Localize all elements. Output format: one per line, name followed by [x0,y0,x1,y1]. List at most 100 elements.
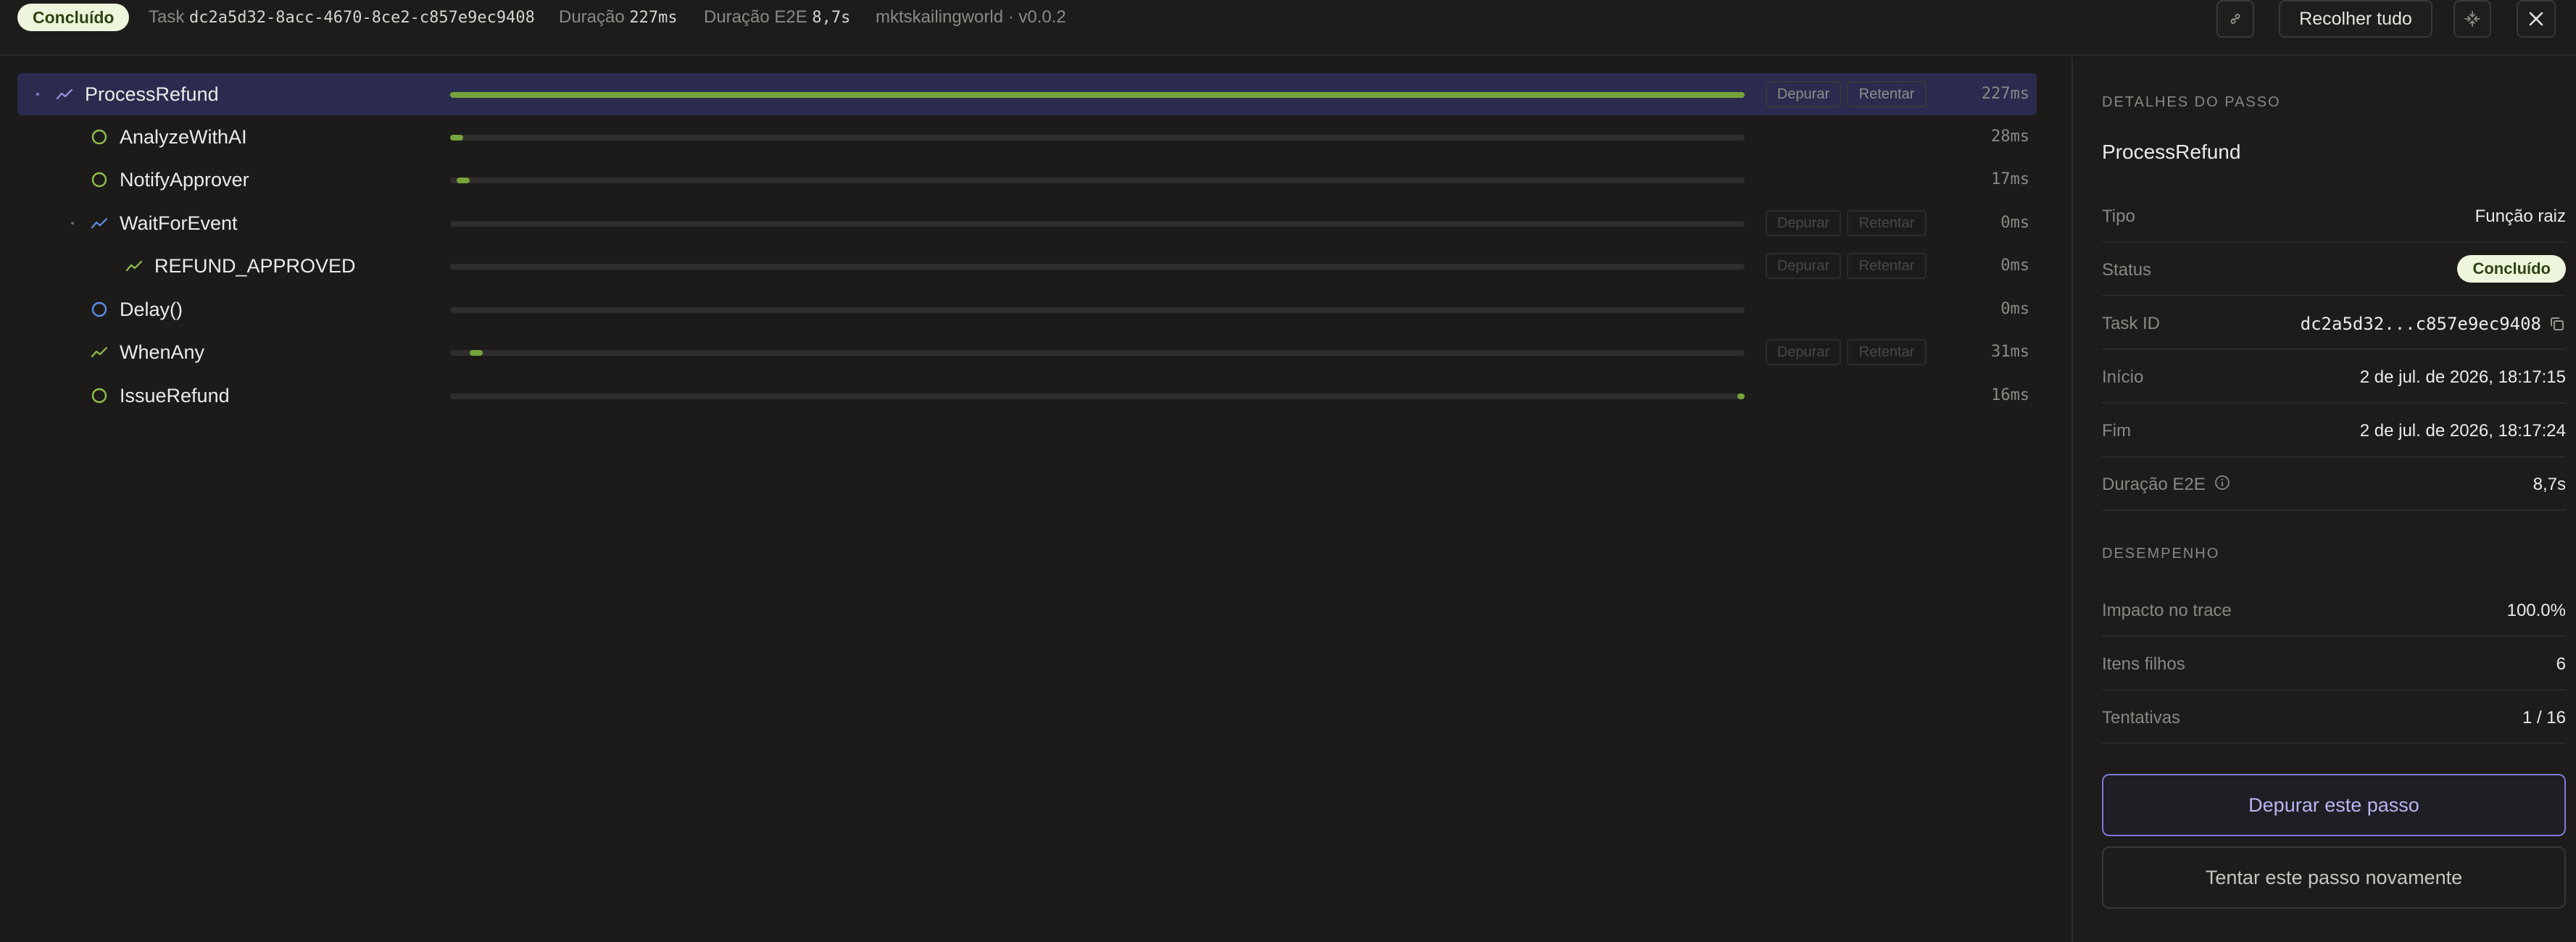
top-bar: Concluído Task dc2a5d32-8acc-4670-8ce2-c… [0,0,2576,56]
trend-icon [56,86,73,103]
collapse-all-button[interactable]: Recolher tudo [2279,0,2432,38]
debug-button[interactable]: Depurar [1766,81,1841,107]
trend-icon [125,257,143,275]
tree-row-processrefund[interactable]: ProcessRefund Depurar Retentar 227ms [17,73,2037,115]
row-duration: 17ms [1991,170,2029,188]
perf-value: 1 / 16 [2522,708,2566,728]
perf-row-children: Itens filhos 6 [2102,637,2566,691]
circle-icon [91,387,108,404]
trend-icon [91,214,108,232]
row-duration: 0ms [2000,300,2029,318]
row-label: WhenAny [120,341,205,363]
task-label: Task [149,7,185,27]
close-button[interactable] [2517,0,2556,38]
app-version: mktskailingworld · v0.0.2 [876,7,1066,27]
copy-link-button[interactable] [2216,0,2254,38]
detail-label: Início [2102,367,2144,387]
link-icon [2228,12,2243,26]
timeline-track [450,135,1745,141]
detail-value: Função raiz [2475,207,2566,226]
circle-icon [91,301,108,318]
row-duration: 28ms [1991,128,2029,146]
row-duration: 16ms [1991,386,2029,404]
detail-label: Task ID [2102,314,2161,333]
e2e-label: Duração E2E [704,7,807,27]
detail-row-start: Início 2 de jul. de 2026, 18:17:15 [2102,350,2566,404]
expand-toggle-button[interactable] [2454,0,2491,38]
perf-row-impact: Impacto no trace 100.0% [2102,583,2566,637]
row-label: WaitForEvent [120,212,238,234]
retry-button[interactable]: Retentar [1847,253,1927,279]
row-duration: 0ms [2000,257,2029,275]
status-badge: Concluído [17,4,130,31]
copy-icon[interactable] [2548,315,2566,336]
timeline-track [450,92,1745,98]
detail-row-type: Tipo Função raiz [2102,189,2566,243]
detail-label: Status [2102,260,2152,280]
retry-button[interactable]: Retentar [1847,210,1927,236]
tree-row-notifyapprover[interactable]: NotifyApprover 17ms [17,159,2037,201]
tree-row-delay[interactable]: Delay() 0ms [17,288,2037,330]
detail-row-task-id: Task ID dc2a5d32...c857e9ec9408 [2102,296,2566,350]
circle-icon [91,171,108,188]
collapse-caret[interactable] [36,93,39,96]
expand-icon [2463,9,2482,28]
row-duration: 227ms [1981,85,2029,103]
perf-label: Tentativas [2102,708,2181,728]
task-meta: Task dc2a5d32-8acc-4670-8ce2-c857e9ec940… [149,7,535,28]
e2e-value: 8,7s [812,9,851,27]
status-badge: Concluído [2457,255,2566,283]
tree-row-issuerefund[interactable]: IssueRefund 16ms [17,375,2037,417]
duration-meta: Duração 227ms [559,7,678,28]
timeline-track [450,393,1745,399]
detail-row-e2e: Duração E2E 8,7s [2102,457,2566,511]
performance-section-title: DESEMPENHO [2102,546,2220,562]
timeline-bar [450,92,1745,98]
detail-label: Fim [2102,421,2131,441]
circle-icon [91,128,108,146]
details-section-title: DETALHES DO PASSO [2102,94,2281,110]
debug-button[interactable]: Depurar [1766,253,1841,279]
retry-button[interactable]: Retentar [1847,339,1927,365]
perf-value: 6 [2556,654,2566,674]
tree-row-whenany[interactable]: WhenAny Depurar Retentar 31ms [17,331,2037,373]
timeline-track [450,178,1745,183]
step-name: ProcessRefund [2102,141,2241,163]
row-label: AnalyzeWithAI [120,126,247,148]
detail-value: dc2a5d32...c857e9ec9408 [2300,314,2541,334]
retry-step-button[interactable]: Tentar este passo novamente [2102,846,2566,909]
perf-value: 100.0% [2506,601,2566,620]
perf-row-attempts: Tentativas 1 / 16 [2102,691,2566,744]
detail-row-end: Fim 2 de jul. de 2026, 18:17:24 [2102,404,2566,457]
perf-label: Itens filhos [2102,654,2185,674]
timeline-track [450,350,1745,356]
tree-row-waitforevent[interactable]: WaitForEvent Depurar Retentar 0ms [17,202,2037,244]
debug-button[interactable]: Depurar [1766,339,1841,365]
e2e-meta: Duração E2E 8,7s [704,7,850,28]
timeline-track [450,221,1745,227]
debug-button[interactable]: Depurar [1766,210,1841,236]
step-details-panel: DETALHES DO PASSO ProcessRefund Tipo Fun… [2072,57,2576,942]
timeline-bar [470,350,483,356]
trend-icon [91,343,108,361]
detail-label-text: Duração E2E [2102,475,2206,494]
row-duration: 31ms [1991,343,2029,361]
timeline-bar [457,178,470,183]
detail-row-status: Status Concluído [2102,243,2566,296]
detail-value: 2 de jul. de 2026, 18:17:24 [2359,421,2566,441]
row-label: NotifyApprover [120,169,249,191]
duration-value: 227ms [629,9,678,27]
tree-row-analyzewithai[interactable]: AnalyzeWithAI 28ms [17,116,2037,158]
debug-step-button[interactable]: Depurar este passo [2102,774,2566,836]
perf-label: Impacto no trace [2102,601,2232,620]
detail-label: Duração E2E [2102,475,2230,496]
timeline-track [450,264,1745,270]
task-id: dc2a5d32-8acc-4670-8ce2-c857e9ec9408 [189,9,535,27]
row-label: REFUND_APPROVED [154,255,356,277]
timeline-bar [1737,393,1745,399]
row-label: IssueRefund [120,385,230,407]
info-icon[interactable] [2214,475,2230,496]
retry-button[interactable]: Retentar [1847,81,1927,107]
tree-row-refund-approved[interactable]: REFUND_APPROVED Depurar Retentar 0ms [17,245,2037,287]
collapse-caret[interactable] [71,222,74,225]
